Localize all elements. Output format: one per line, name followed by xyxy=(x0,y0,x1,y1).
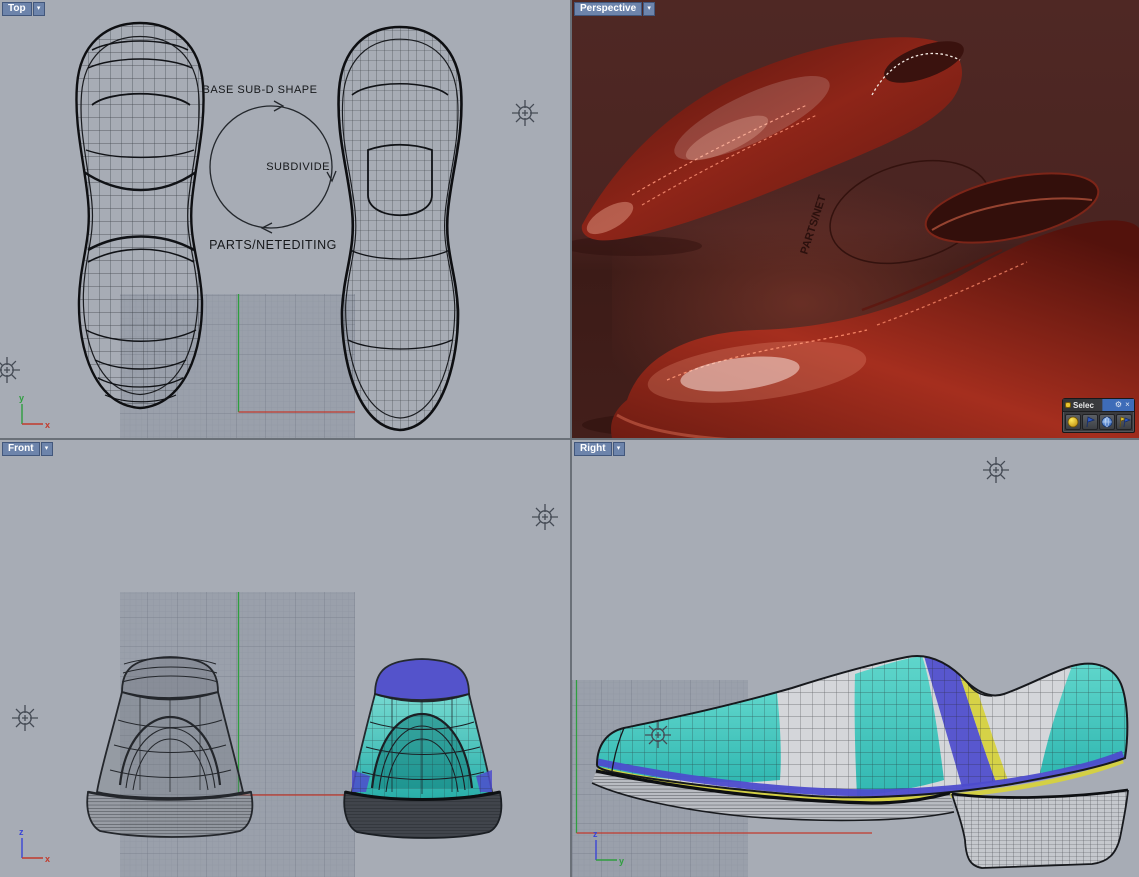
ankle-band-blue xyxy=(374,658,470,701)
close-icon[interactable]: × xyxy=(1123,401,1132,409)
axis-x-label: x xyxy=(45,420,50,430)
right-view-canvas: z y xyxy=(572,456,1129,877)
select-globe-button[interactable] xyxy=(1099,414,1115,430)
workflow-diagram: BASE SUB-D SHAPE SUBDIVIDE PARTS/NETEDIT… xyxy=(203,84,337,252)
viewport-title[interactable]: Perspective xyxy=(574,2,643,16)
ankle-band xyxy=(121,656,219,699)
shoe-shadow xyxy=(572,236,702,256)
viewport-top[interactable]: BASE SUB-D SHAPE SUBDIVIDE PARTS/NETEDIT… xyxy=(0,0,570,438)
toolbar-title: Selec xyxy=(1073,400,1094,410)
top-view-shoe-subdivided[interactable] xyxy=(337,25,463,432)
select-toolbar-titlebar[interactable]: Selec ⚙ × xyxy=(1063,399,1134,412)
chevron-down-icon[interactable]: ▾ xyxy=(32,2,45,16)
floor-text: PARTS/NET xyxy=(798,193,829,255)
axis-y-label: y xyxy=(19,393,24,403)
axis-x-label: x xyxy=(45,854,50,864)
viewport-perspective[interactable]: PARTS/NET Perspective ▾ Selec ⚙ × xyxy=(572,0,1139,438)
axis-z-label: z xyxy=(19,827,24,837)
workflow-label-bottom: PARTS/NETEDITING xyxy=(209,238,337,252)
viewport-title[interactable]: Top xyxy=(2,2,32,16)
front-view-canvas: z x xyxy=(11,503,559,877)
two-color-flag-icon xyxy=(1119,416,1131,428)
axis-z-label: z xyxy=(593,829,598,839)
rendered-shoe-back[interactable] xyxy=(581,33,969,241)
select-ball-button[interactable] xyxy=(1065,414,1081,430)
blue-flag-icon xyxy=(1086,416,1096,428)
axis-gizmo-top: y x xyxy=(19,393,50,430)
chevron-down-icon[interactable]: ▾ xyxy=(612,442,625,456)
workflow-label-top: BASE SUB-D SHAPE xyxy=(203,84,318,96)
top-view-shoe-base[interactable] xyxy=(75,21,205,410)
viewport-tab-right[interactable]: Right ▾ xyxy=(574,442,625,456)
perspective-canvas: PARTS/NET xyxy=(572,33,1139,438)
viewport-right[interactable]: z y Right ▾ xyxy=(572,440,1139,877)
point-light-icon[interactable] xyxy=(511,99,539,127)
select-color-flag-button[interactable] xyxy=(1116,414,1132,430)
viewport-front[interactable]: z x Front ▾ xyxy=(0,440,570,877)
point-light-icon[interactable] xyxy=(531,503,559,531)
viewport-title[interactable]: Right xyxy=(574,442,612,456)
axis-gizmo-front: z x xyxy=(19,827,50,864)
select-flag-button[interactable] xyxy=(1082,414,1098,430)
workflow-label-right: SUBDIVIDE xyxy=(266,161,330,173)
toolbar-bulb-icon xyxy=(1065,402,1071,408)
chevron-down-icon[interactable]: ▾ xyxy=(40,442,53,456)
top-view-canvas: BASE SUB-D SHAPE SUBDIVIDE PARTS/NETEDIT… xyxy=(0,21,539,438)
viewport-title[interactable]: Front xyxy=(2,442,40,456)
chevron-down-icon[interactable]: ▾ xyxy=(643,2,656,16)
viewport-tab-top[interactable]: Top ▾ xyxy=(2,2,45,16)
viewport-tab-front[interactable]: Front ▾ xyxy=(2,442,53,456)
viewport-tab-perspective[interactable]: Perspective ▾ xyxy=(574,2,656,16)
yellow-ball-icon xyxy=(1067,416,1079,428)
point-light-icon[interactable] xyxy=(11,704,39,732)
point-light-icon[interactable] xyxy=(0,356,21,384)
globe-icon xyxy=(1101,416,1113,428)
select-toolbar-buttons xyxy=(1063,412,1134,432)
point-light-icon[interactable] xyxy=(982,456,1010,484)
modeler-window: BASE SUB-D SHAPE SUBDIVIDE PARTS/NETEDIT… xyxy=(0,0,1139,877)
front-view-shoe-colored[interactable] xyxy=(343,658,503,839)
select-toolbar: Selec ⚙ × xyxy=(1062,398,1135,433)
axis-y-label: y xyxy=(619,856,624,866)
gear-icon[interactable]: ⚙ xyxy=(1114,401,1123,409)
